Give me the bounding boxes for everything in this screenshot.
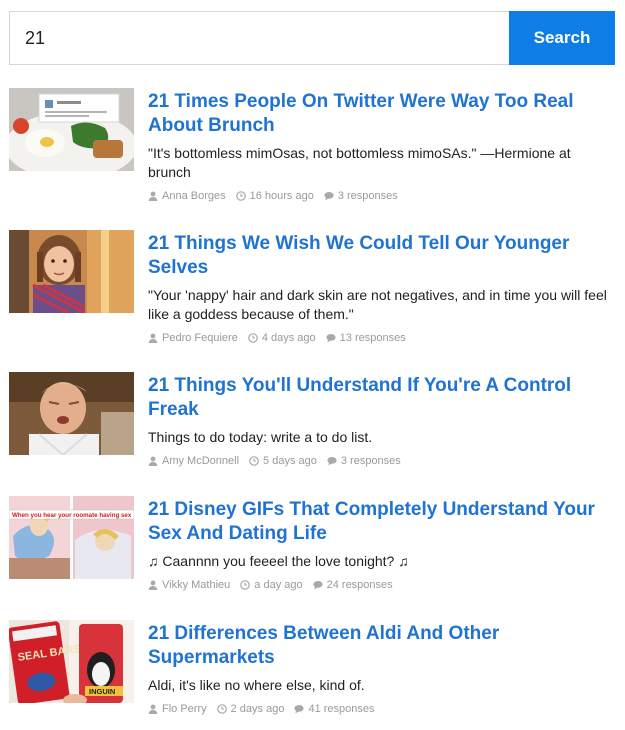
result-time: a day ago xyxy=(254,579,303,591)
result-author[interactable]: Flo Perry xyxy=(162,703,207,715)
result-author[interactable]: Vikky Mathieu xyxy=(162,579,230,591)
user-icon xyxy=(148,580,158,590)
result-thumbnail[interactable]: When you hear your roomate having sex xyxy=(9,496,134,579)
comment-icon xyxy=(294,705,305,714)
search-bar: Search xyxy=(9,11,615,65)
clock-icon xyxy=(235,191,246,201)
result-author[interactable]: Pedro Fequiere xyxy=(162,332,238,344)
result-item: SEAL BARS INGUIN 21 Differences Between … xyxy=(9,620,615,730)
result-time: 2 days ago xyxy=(230,703,285,715)
clock-icon xyxy=(249,456,259,466)
user-icon xyxy=(148,191,158,201)
result-description: "It's bottomless mimOsas, not bottomless… xyxy=(148,145,571,180)
result-responses[interactable]: 3 responses xyxy=(338,190,398,202)
result-description: Aldi, it's like no where else, kind of. xyxy=(148,677,365,693)
result-thumbnail[interactable] xyxy=(9,88,134,171)
result-meta: Anna Borges 16 hours ago 3 responses xyxy=(148,190,613,202)
result-thumbnail[interactable]: SEAL BARS INGUIN xyxy=(9,620,134,703)
result-title[interactable]: 21 Times People On Twitter Were Way Too … xyxy=(148,90,613,138)
result-item: When you hear your roomate having sex 21… xyxy=(9,496,615,620)
result-description: Things to do today: write a to do list. xyxy=(148,429,373,445)
result-meta: Flo Perry 2 days ago 41 responses xyxy=(148,703,613,715)
result-responses[interactable]: 41 responses xyxy=(308,703,374,715)
clock-icon xyxy=(216,704,227,714)
result-title[interactable]: 21 Things We Wish We Could Tell Our Youn… xyxy=(148,232,613,280)
result-title[interactable]: 21 Things You'll Understand If You're A … xyxy=(148,374,613,422)
result-responses[interactable]: 13 responses xyxy=(340,332,406,344)
result-responses[interactable]: 24 responses xyxy=(327,579,393,591)
result-title[interactable]: 21 Disney GIFs That Completely Understan… xyxy=(148,498,613,546)
thumbnail-caption: When you hear your roomate having sex xyxy=(12,512,132,519)
search-button[interactable]: Search xyxy=(509,11,615,65)
thumbnail-text-2: INGUIN xyxy=(89,687,115,696)
result-item: 21 Things We Wish We Could Tell Our Youn… xyxy=(9,230,615,372)
result-title[interactable]: 21 Differences Between Aldi And Other Su… xyxy=(148,622,613,670)
user-icon xyxy=(148,704,158,714)
result-item: 21 Things You'll Understand If You're A … xyxy=(9,372,615,496)
result-time: 16 hours ago xyxy=(249,190,314,202)
comment-icon xyxy=(326,334,336,343)
result-thumbnail[interactable] xyxy=(9,230,134,313)
result-author[interactable]: Amy McDonnell xyxy=(162,455,239,467)
comment-icon xyxy=(324,192,334,201)
comment-icon xyxy=(313,581,323,590)
result-responses[interactable]: 3 responses xyxy=(341,455,401,467)
result-time: 4 days ago xyxy=(261,332,316,344)
search-input[interactable] xyxy=(9,11,509,65)
result-item: 21 Times People On Twitter Were Way Too … xyxy=(9,88,615,230)
result-author[interactable]: Anna Borges xyxy=(162,190,226,202)
result-meta: Vikky Mathieu a day ago 24 responses xyxy=(148,579,613,591)
user-icon xyxy=(148,333,158,343)
results-list: 21 Times People On Twitter Were Way Too … xyxy=(9,88,615,730)
result-description: "Your 'nappy' hair and dark skin are not… xyxy=(148,287,607,322)
result-time: 5 days ago xyxy=(263,455,317,467)
clock-icon xyxy=(240,580,251,590)
user-icon xyxy=(148,456,158,466)
comment-icon xyxy=(327,457,337,466)
result-thumbnail[interactable] xyxy=(9,372,134,455)
result-meta: Pedro Fequiere 4 days ago 13 responses xyxy=(148,332,613,344)
clock-icon xyxy=(248,333,258,343)
result-description: ♫ Caannnn you feeeel the love tonight? ♫ xyxy=(148,553,409,569)
result-meta: Amy McDonnell 5 days ago 3 responses xyxy=(148,455,613,467)
